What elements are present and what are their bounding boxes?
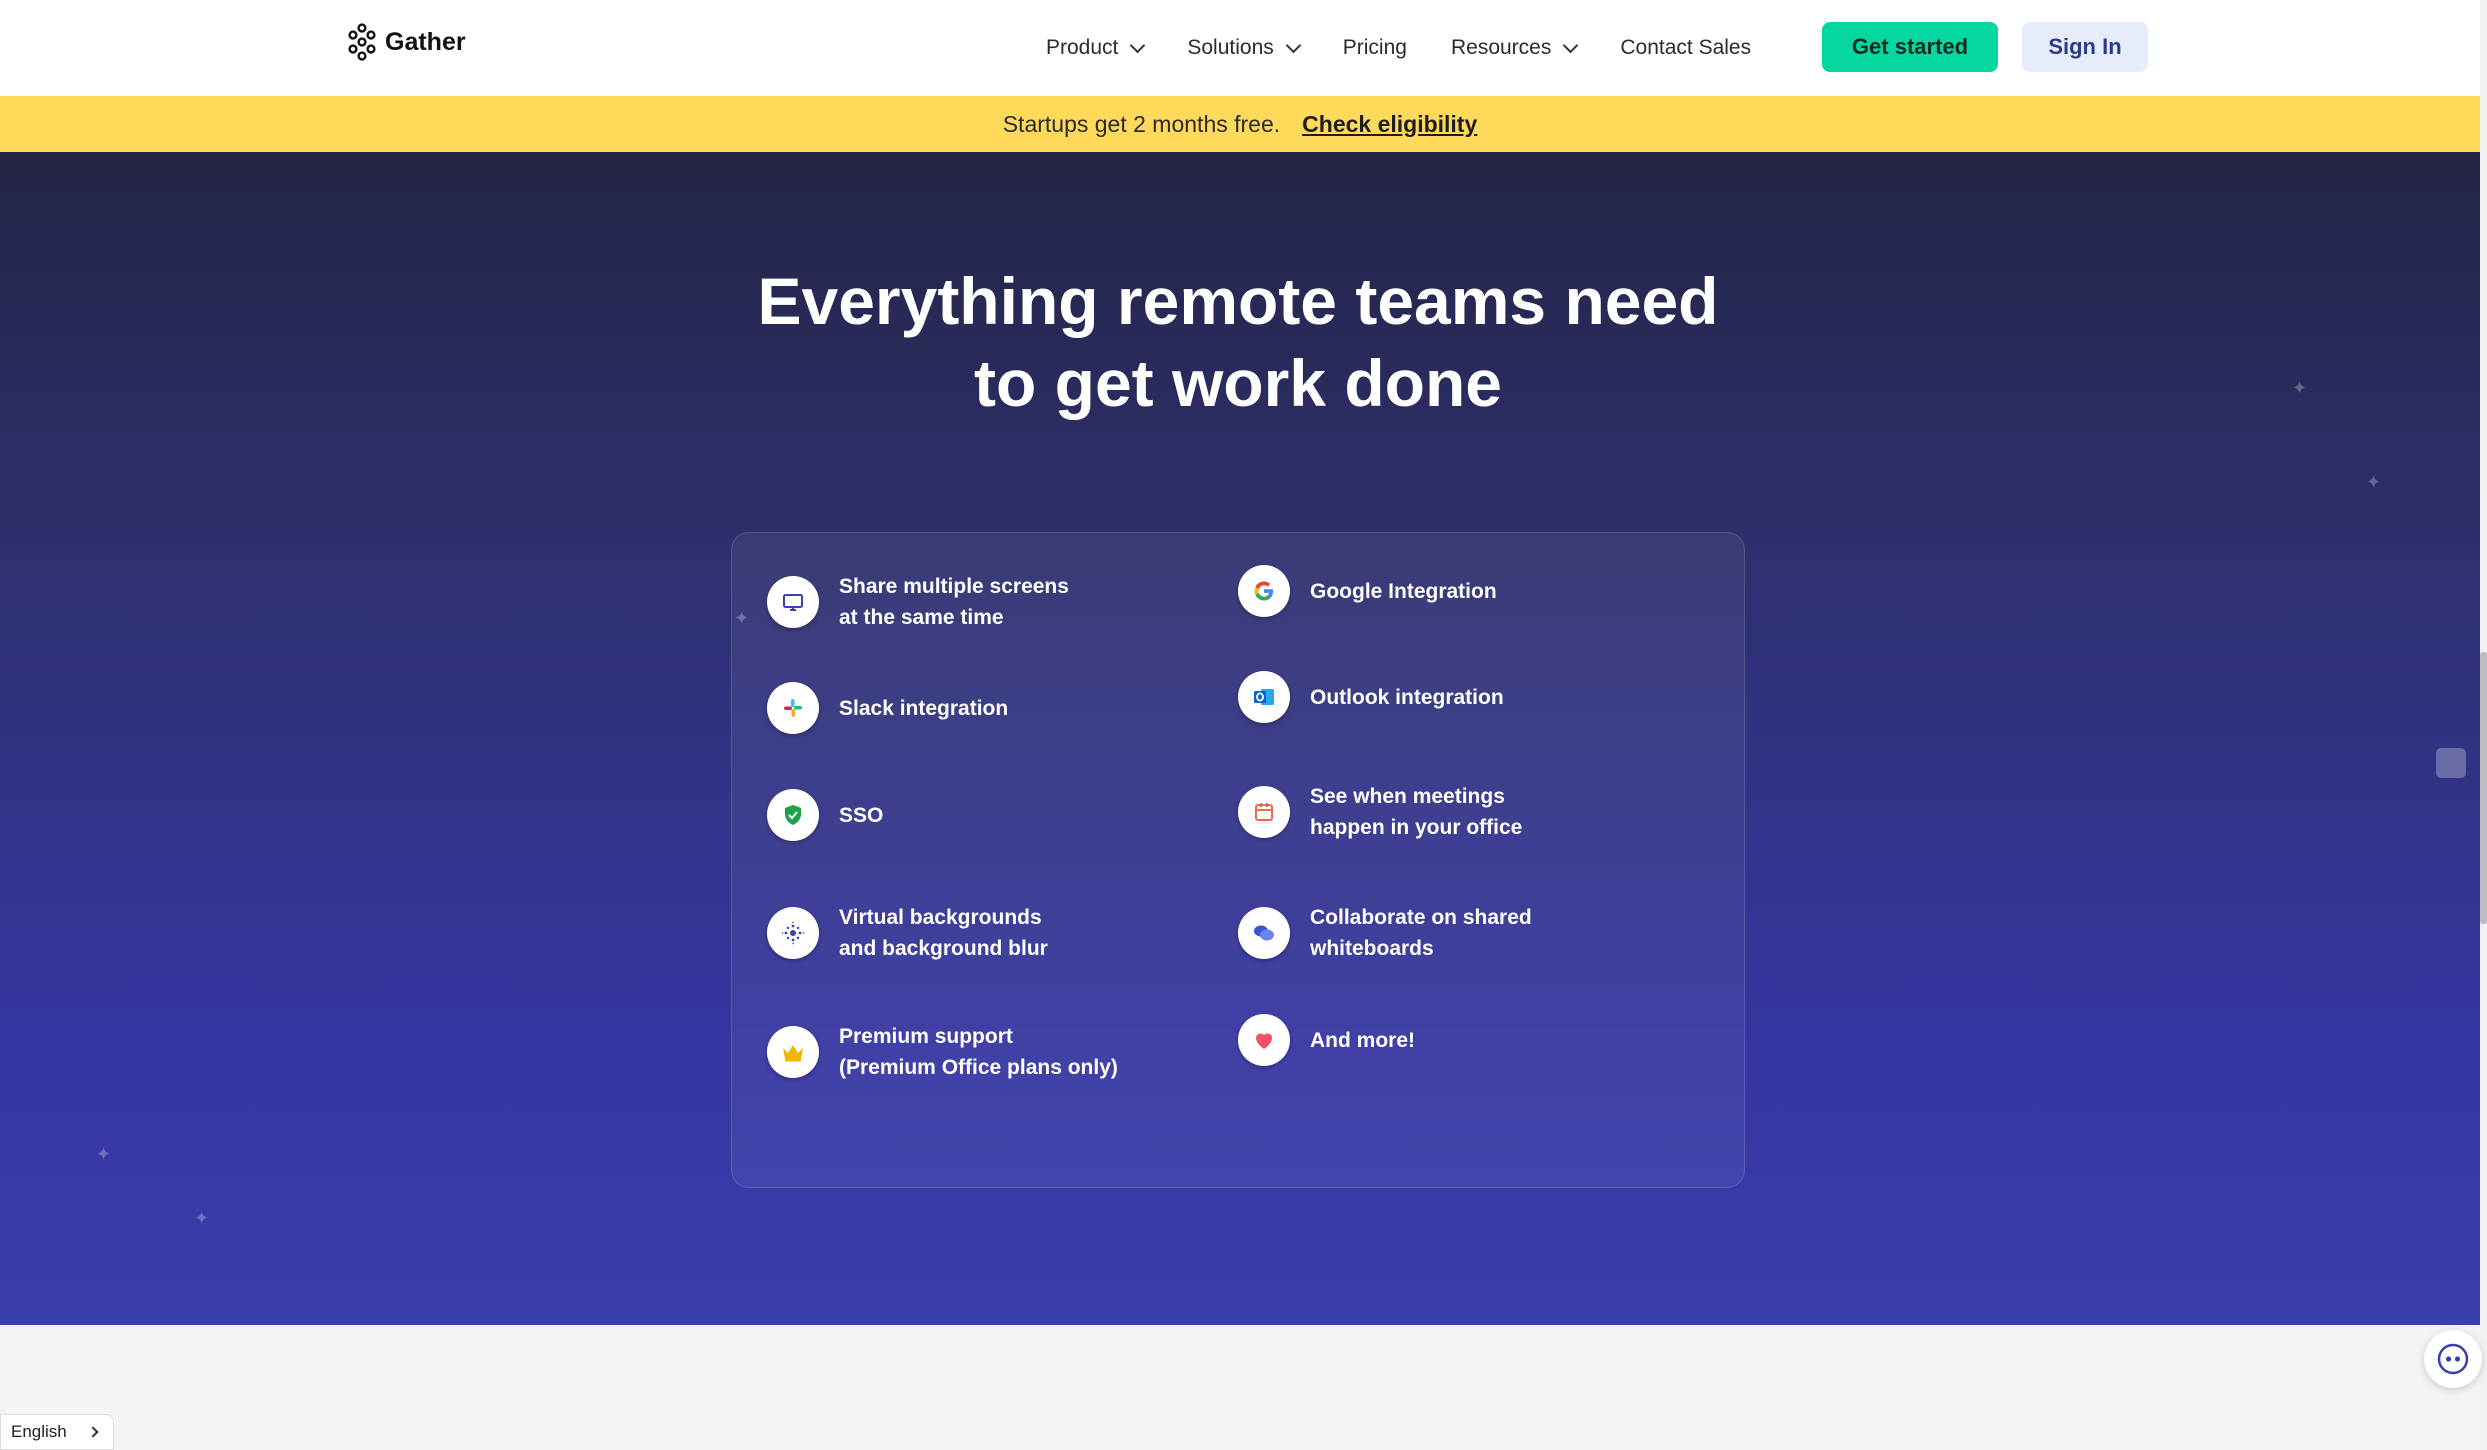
nav-solutions[interactable]: Solutions	[1187, 36, 1302, 60]
feature-label: SSO	[839, 800, 883, 831]
nav-solutions-label: Solutions	[1187, 36, 1274, 59]
feature-line: And more!	[1310, 1028, 1415, 1052]
chat-widget-button[interactable]	[2424, 1330, 2482, 1388]
chat-bubbles-icon	[1238, 907, 1290, 959]
nav-contact-sales[interactable]: Contact Sales	[1620, 36, 1751, 60]
chat-bot-icon	[2437, 1343, 2469, 1375]
side-widget-tab[interactable]	[2436, 748, 2466, 778]
top-navbar: Gather Product Solutions Pricing Resourc…	[0, 0, 2480, 96]
features-card: Share multiple screens at the same time …	[731, 532, 1745, 1188]
chevron-down-icon	[1130, 37, 1146, 53]
google-icon	[1238, 565, 1290, 617]
slack-icon	[767, 682, 819, 734]
promo-text: Startups get 2 months free.	[1002, 110, 1281, 137]
feature-line: SSO	[839, 803, 884, 827]
nav-pricing[interactable]: Pricing	[1343, 36, 1407, 60]
feature-line: Collaborate on shared	[1310, 906, 1532, 929]
feature-item: Premium support (Premium Office plans on…	[767, 1021, 1118, 1083]
nav-product[interactable]: Product	[1046, 36, 1146, 60]
brand-name: Gather	[385, 27, 466, 56]
feature-line: and background blur	[839, 937, 1048, 960]
feature-item: SSO	[767, 789, 883, 841]
language-label: English	[11, 1422, 67, 1441]
feature-item: Slack integration	[767, 682, 1008, 734]
feature-line: Slack integration	[839, 696, 1009, 720]
nav-contact-sales-label: Contact Sales	[1620, 36, 1752, 59]
calendar-icon	[1238, 786, 1290, 838]
feature-label: Share multiple screens at the same time	[839, 571, 1069, 633]
chevron-right-icon	[87, 1426, 99, 1438]
feature-line: Virtual backgrounds	[839, 906, 1042, 929]
feature-line: See when meetings	[1310, 785, 1505, 808]
nav-links: Product Solutions Pricing Resources Cont…	[1046, 0, 1795, 96]
nav-resources[interactable]: Resources	[1450, 36, 1579, 60]
feature-item: Virtual backgrounds and background blur	[767, 902, 1048, 964]
sparkle-icon: ✦	[194, 1208, 210, 1228]
feature-item: Outlook integration	[1238, 671, 1504, 723]
sparkle-icon: ✦	[96, 1144, 112, 1164]
feature-label: Outlook integration	[1310, 682, 1504, 713]
feature-line: Outlook integration	[1310, 685, 1504, 709]
get-started-button[interactable]: Get started	[1822, 22, 1998, 72]
outlook-icon	[1238, 671, 1290, 723]
language-selector[interactable]: English	[0, 1414, 114, 1450]
sparkle-icon: ✦	[2292, 378, 2308, 398]
feature-label: See when meetings happen in your office	[1310, 781, 1522, 843]
blur-icon	[767, 907, 819, 959]
feature-line: Share multiple screens	[839, 575, 1069, 598]
feature-label: And more!	[1310, 1025, 1415, 1056]
monitor-icon	[767, 576, 819, 628]
hero-title-line-2: to get work done	[974, 346, 1502, 420]
feature-item: And more!	[1238, 1014, 1415, 1066]
sign-in-button[interactable]: Sign In	[2022, 22, 2148, 72]
feature-item: Collaborate on shared whiteboards	[1238, 902, 1532, 964]
feature-line: (Premium Office plans only)	[839, 1056, 1118, 1079]
feature-label: Slack integration	[839, 693, 1008, 724]
promo-banner: Startups get 2 months free. Check eligib…	[0, 96, 2480, 152]
feature-line: Google Integration	[1310, 579, 1497, 603]
check-eligibility-link[interactable]: Check eligibility	[1302, 111, 1477, 138]
feature-label: Collaborate on shared whiteboards	[1310, 902, 1532, 964]
chevron-down-icon	[1285, 37, 1302, 53]
feature-line: whiteboards	[1310, 937, 1434, 960]
hero-title-line-1: Everything remote teams need	[757, 264, 1719, 338]
nav-pricing-label: Pricing	[1342, 36, 1407, 59]
hero-section: Everything remote teams need to get work…	[0, 152, 2480, 1325]
page-scrollbar-thumb[interactable]	[2480, 652, 2487, 924]
feature-label: Premium support (Premium Office plans on…	[839, 1021, 1118, 1083]
sparkle-icon: ✦	[2366, 472, 2382, 492]
feature-item: Share multiple screens at the same time	[767, 571, 1069, 633]
feature-item: Google Integration	[1238, 565, 1497, 617]
feature-label: Virtual backgrounds and background blur	[839, 902, 1048, 964]
nav-resources-label: Resources	[1450, 36, 1552, 59]
feature-line: happen in your office	[1310, 816, 1523, 839]
heart-icon	[1238, 1014, 1290, 1066]
shield-icon	[767, 789, 819, 841]
feature-line: at the same time	[839, 606, 1004, 629]
feature-line: Premium support	[839, 1025, 1013, 1048]
feature-item: See when meetings happen in your office	[1238, 781, 1522, 843]
crown-icon	[767, 1026, 819, 1078]
feature-label: Google Integration	[1310, 576, 1497, 607]
hero-title: Everything remote teams need to get work…	[0, 260, 2476, 424]
chevron-down-icon	[1563, 37, 1579, 53]
gather-logo-icon	[348, 23, 376, 61]
gather-logo[interactable]: Gather	[345, 22, 466, 62]
nav-product-label: Product	[1046, 36, 1119, 59]
